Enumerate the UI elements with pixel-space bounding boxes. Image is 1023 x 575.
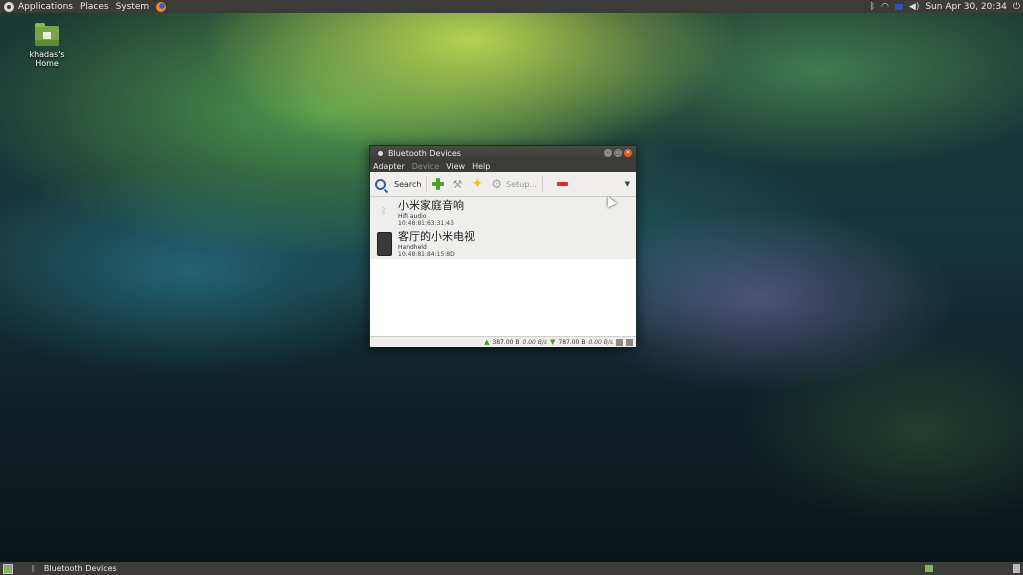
device-type: Handheld <box>398 244 427 251</box>
bluetooth-tray-icon[interactable]: ᛒ <box>870 2 875 12</box>
upload-rate: 0.00 B/s <box>522 338 548 346</box>
search-label: Search <box>394 179 422 189</box>
menu-device[interactable]: Device <box>412 162 439 171</box>
firefox-launcher-icon[interactable] <box>156 1 167 12</box>
home-folder-label: khadas's Home <box>29 50 65 68</box>
device-name: 小米家庭音响 <box>398 199 464 212</box>
system-tray: ᛒ ◠ ◀) Sun Apr 30, 20:34 ⏻ <box>870 2 1020 12</box>
desktop-home-icon[interactable]: khadas's Home <box>18 23 76 68</box>
bluetooth-device-icon: ᛒ <box>381 207 387 217</box>
taskbar-item-bluetooth[interactable]: ᛒ Bluetooth Devices <box>27 564 121 573</box>
status-indicator-icon[interactable] <box>616 338 623 346</box>
upload-arrow-icon: ▲ <box>484 338 490 346</box>
remove-device-icon[interactable] <box>556 182 568 186</box>
wifi-icon[interactable]: ◠ <box>881 2 889 12</box>
download-arrow-icon: ▼ <box>550 338 556 346</box>
minimize-button[interactable]: – <box>604 149 612 157</box>
setup-gear-icon[interactable]: ⚙ <box>491 178 502 190</box>
volume-icon[interactable]: ◀) <box>909 2 919 12</box>
toolbar-overflow-arrow-icon[interactable]: ▼ <box>625 180 630 188</box>
setup-button-label[interactable]: Setup... <box>506 180 537 189</box>
device-list: ᛒ 小米家庭音响 Hifi audio 10:48:81:63:31:43 客厅… <box>370 197 636 336</box>
tools-icon[interactable]: ⚒ <box>452 179 463 190</box>
handheld-device-icon <box>376 232 392 256</box>
home-folder-icon <box>35 23 59 46</box>
top-panel: Applications Places System ᛒ ◠ ◀) Sun Ap… <box>0 0 1023 13</box>
toolbar-separator <box>541 176 543 192</box>
clock[interactable]: Sun Apr 30, 20:34 <box>925 2 1007 12</box>
power-icon[interactable]: ⏻ <box>1013 2 1020 12</box>
applications-menu[interactable]: Applications <box>18 2 73 12</box>
menu-view[interactable]: View <box>446 162 465 171</box>
window-titlebar[interactable]: Bluetooth Devices – □ × <box>370 146 636 160</box>
device-type: Hifi audio <box>398 213 427 220</box>
window-title: Bluetooth Devices <box>388 148 461 158</box>
toolbar-separator <box>426 176 428 192</box>
trust-star-icon[interactable]: ✦ <box>471 177 483 191</box>
download-rate: 0.00 B/s <box>588 338 613 346</box>
maximize-button[interactable]: □ <box>614 149 622 157</box>
show-desktop-icon[interactable] <box>3 563 13 574</box>
upload-total: 387.00 B <box>492 338 520 346</box>
system-menu[interactable]: System <box>116 2 150 12</box>
window-toolbar: Search ⚒ ✦ ⚙ Setup... ▼ <box>370 172 636 197</box>
trash-icon[interactable] <box>1013 564 1020 573</box>
add-device-icon[interactable] <box>432 178 445 190</box>
bluetooth-devices-window: Bluetooth Devices – □ × Adapter Device V… <box>369 145 637 347</box>
search-icon <box>375 178 386 190</box>
device-name: 客厅的小米电视 <box>398 230 475 243</box>
bluetooth-task-icon: ᛒ <box>31 564 36 573</box>
menu-adapter[interactable]: Adapter <box>373 162 405 171</box>
device-row[interactable]: ᛒ 小米家庭音响 Hifi audio 10:48:81:63:31:43 <box>370 197 636 228</box>
device-mac: 10:48:81:63:31:43 <box>398 220 454 227</box>
bottom-panel: ᛒ Bluetooth Devices <box>0 562 1023 575</box>
workspace-switcher[interactable] <box>925 565 933 572</box>
taskbar-item-label: Bluetooth Devices <box>43 564 117 573</box>
menu-logo-icon[interactable] <box>4 1 14 12</box>
places-menu[interactable]: Places <box>80 2 109 12</box>
status-indicator-icon[interactable] <box>626 338 633 346</box>
window-menubar: Adapter Device View Help <box>370 160 636 172</box>
device-mac: 10:48:81:84:15:8D <box>398 251 455 258</box>
search-button[interactable]: Search <box>375 178 422 190</box>
mail-icon[interactable] <box>894 3 903 10</box>
device-row[interactable]: 客厅的小米电视 Handheld 10:48:81:84:15:8D <box>370 228 636 259</box>
download-total: 787.00 B <box>558 338 586 346</box>
window-app-icon <box>378 150 383 156</box>
close-button[interactable]: × <box>624 149 632 157</box>
window-statusbar: ▲ 387.00 B 0.00 B/s ▼ 787.00 B 0.00 B/s <box>370 336 636 347</box>
menu-help[interactable]: Help <box>472 162 490 171</box>
